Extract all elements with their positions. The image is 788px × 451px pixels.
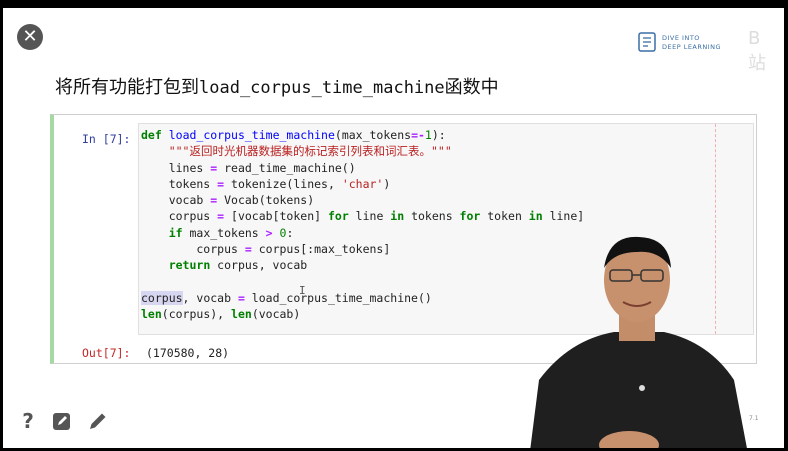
edit-square-icon[interactable]: [51, 410, 73, 432]
title-suffix: 函数中: [444, 77, 499, 98]
title-prefix: 将所有功能打包到: [55, 77, 199, 98]
input-prompt: In [7]:: [82, 132, 131, 146]
text-cursor-icon: I: [299, 284, 306, 297]
close-icon[interactable]: ✕: [17, 24, 43, 50]
logo-line2: DEEP LEARNING: [662, 43, 722, 51]
presenter-image: [530, 236, 747, 448]
logo-line1: DIVE INTO: [662, 34, 700, 42]
watermark: B站: [748, 28, 766, 74]
question-icon[interactable]: ?: [17, 410, 39, 432]
logo-text: DIVE INTO DEEP LEARNING: [662, 34, 721, 52]
book-icon: [638, 32, 656, 52]
pencil-icon[interactable]: [87, 410, 109, 432]
title-code: load_corpus_time_machine: [199, 78, 445, 98]
slide: ✕ DIVE INTO DEEP LEARNING B站 将所有功能打包到loa…: [3, 8, 784, 448]
page-title: 将所有功能打包到load_corpus_time_machine函数中: [55, 73, 499, 99]
output-value: (170580, 28): [146, 346, 230, 360]
output-prompt: Out[7]:: [82, 346, 131, 360]
logo: DIVE INTO DEEP LEARNING B站: [638, 26, 778, 74]
